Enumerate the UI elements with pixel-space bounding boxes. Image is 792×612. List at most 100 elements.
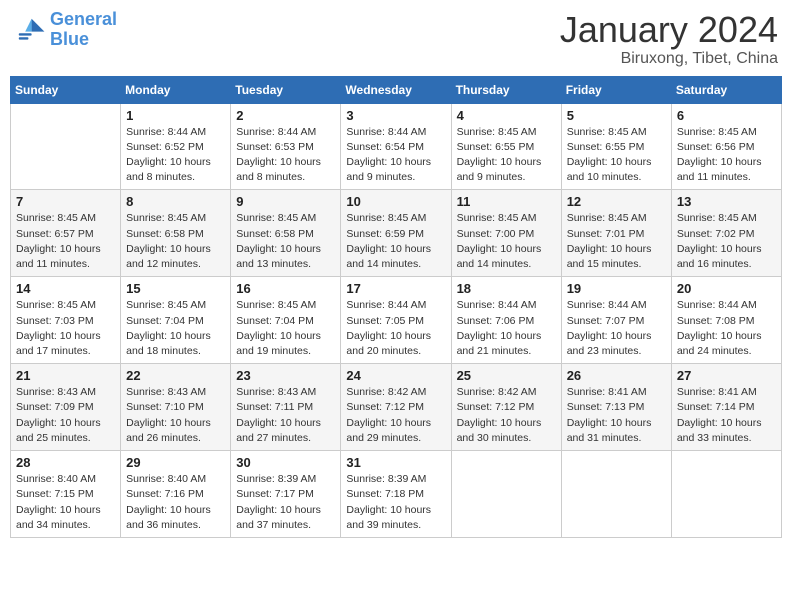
day-detail: Sunrise: 8:44 AMSunset: 6:52 PMDaylight:… [126, 125, 225, 186]
day-cell [671, 451, 781, 538]
logo-icon [14, 14, 46, 46]
day-cell: 21Sunrise: 8:43 AMSunset: 7:09 PMDayligh… [11, 364, 121, 451]
day-cell: 31 Sunrise: 8:39 AMSunset: 7:18 PMDayligh… [341, 451, 451, 538]
day-detail: Sunrise: 8:44 AMSunset: 7:06 PMDaylight:… [457, 298, 556, 359]
day-detail: Sunrise: 8:45 AMSunset: 6:55 PMDaylight:… [457, 125, 556, 186]
week-row-2: 14 Sunrise: 8:45 AMSunset: 7:03 PMDayligh… [11, 277, 782, 364]
day-cell [561, 451, 671, 538]
day-detail: Sunrise: 8:43 AMSunset: 7:10 PMDaylight:… [126, 385, 225, 446]
day-cell: 11 Sunrise: 8:45 AMSunset: 7:00 PMDayligh… [451, 190, 561, 277]
day-cell: 18Sunrise: 8:44 AMSunset: 7:06 PMDayligh… [451, 277, 561, 364]
day-detail: Sunrise: 8:40 AMSunset: 7:16 PMDaylight:… [126, 472, 225, 533]
day-number: 24 [346, 368, 445, 383]
header-sunday: Sunday [11, 76, 121, 103]
day-detail: Sunrise: 8:45 AMSunset: 7:03 PMDaylight:… [16, 298, 115, 359]
day-number: 22 [126, 368, 225, 383]
week-row-1: 7Sunrise: 8:45 AMSunset: 6:57 PMDaylight… [11, 190, 782, 277]
day-detail: Sunrise: 8:44 AMSunset: 6:53 PMDaylight:… [236, 125, 335, 186]
day-number: 11 [457, 194, 556, 209]
day-detail: Sunrise: 8:44 AMSunset: 7:08 PMDaylight:… [677, 298, 776, 359]
day-cell: 22 Sunrise: 8:43 AMSunset: 7:10 PMDayligh… [121, 364, 231, 451]
day-number: 9 [236, 194, 335, 209]
day-cell: 25 Sunrise: 8:42 AMSunset: 7:12 PMDayligh… [451, 364, 561, 451]
day-number: 27 [677, 368, 776, 383]
day-detail: Sunrise: 8:45 AMSunset: 6:59 PMDaylight:… [346, 211, 445, 272]
day-detail: Sunrise: 8:44 AMSunset: 7:05 PMDaylight:… [346, 298, 445, 359]
logo-text: General Blue [50, 10, 117, 50]
calendar-header: SundayMondayTuesdayWednesdayThursdayFrid… [11, 76, 782, 103]
day-cell: 28Sunrise: 8:40 AMSunset: 7:15 PMDayligh… [11, 451, 121, 538]
header-row: SundayMondayTuesdayWednesdayThursdayFrid… [11, 76, 782, 103]
day-number: 7 [16, 194, 115, 209]
day-number: 26 [567, 368, 666, 383]
header-saturday: Saturday [671, 76, 781, 103]
day-number: 19 [567, 281, 666, 296]
day-detail: Sunrise: 8:45 AMSunset: 7:04 PMDaylight:… [126, 298, 225, 359]
day-number: 4 [457, 108, 556, 123]
day-detail: Sunrise: 8:42 AMSunset: 7:12 PMDaylight:… [346, 385, 445, 446]
day-detail: Sunrise: 8:45 AMSunset: 6:58 PMDaylight:… [126, 211, 225, 272]
day-cell: 12Sunrise: 8:45 AMSunset: 7:01 PMDayligh… [561, 190, 671, 277]
month-title: January 2024 [560, 10, 778, 50]
day-number: 12 [567, 194, 666, 209]
day-detail: Sunrise: 8:39 AMSunset: 7:17 PMDaylight:… [236, 472, 335, 533]
day-cell: 19 Sunrise: 8:44 AMSunset: 7:07 PMDayligh… [561, 277, 671, 364]
day-detail: Sunrise: 8:45 AMSunset: 6:58 PMDaylight:… [236, 211, 335, 272]
day-cell: 24 Sunrise: 8:42 AMSunset: 7:12 PMDayligh… [341, 364, 451, 451]
day-cell: 27 Sunrise: 8:41 AMSunset: 7:14 PMDayligh… [671, 364, 781, 451]
day-cell: 2 Sunrise: 8:44 AMSunset: 6:53 PMDaylight… [231, 103, 341, 190]
day-cell: 8 Sunrise: 8:45 AMSunset: 6:58 PMDaylight… [121, 190, 231, 277]
header-monday: Monday [121, 76, 231, 103]
day-detail: Sunrise: 8:41 AMSunset: 7:13 PMDaylight:… [567, 385, 666, 446]
day-number: 25 [457, 368, 556, 383]
day-detail: Sunrise: 8:45 AMSunset: 7:00 PMDaylight:… [457, 211, 556, 272]
day-cell: 20 Sunrise: 8:44 AMSunset: 7:08 PMDayligh… [671, 277, 781, 364]
day-number: 14 [16, 281, 115, 296]
day-cell: 15 Sunrise: 8:45 AMSunset: 7:04 PMDayligh… [121, 277, 231, 364]
day-number: 20 [677, 281, 776, 296]
day-cell: 17Sunrise: 8:44 AMSunset: 7:05 PMDayligh… [341, 277, 451, 364]
day-detail: Sunrise: 8:45 AMSunset: 6:55 PMDaylight:… [567, 125, 666, 186]
day-cell: 6 Sunrise: 8:45 AMSunset: 6:56 PMDaylight… [671, 103, 781, 190]
day-number: 29 [126, 455, 225, 470]
day-number: 2 [236, 108, 335, 123]
day-detail: Sunrise: 8:42 AMSunset: 7:12 PMDaylight:… [457, 385, 556, 446]
day-cell: 16 Sunrise: 8:45 AMSunset: 7:04 PMDayligh… [231, 277, 341, 364]
header-thursday: Thursday [451, 76, 561, 103]
day-number: 23 [236, 368, 335, 383]
day-detail: Sunrise: 8:45 AMSunset: 6:56 PMDaylight:… [677, 125, 776, 186]
day-cell: 5Sunrise: 8:45 AMSunset: 6:55 PMDaylight… [561, 103, 671, 190]
day-detail: Sunrise: 8:44 AMSunset: 6:54 PMDaylight:… [346, 125, 445, 186]
day-number: 31 [346, 455, 445, 470]
day-detail: Sunrise: 8:43 AMSunset: 7:11 PMDaylight:… [236, 385, 335, 446]
day-cell: 30 Sunrise: 8:39 AMSunset: 7:17 PMDayligh… [231, 451, 341, 538]
day-cell [11, 103, 121, 190]
day-number: 6 [677, 108, 776, 123]
day-cell [451, 451, 561, 538]
calendar-table: SundayMondayTuesdayWednesdayThursdayFrid… [10, 76, 782, 538]
week-row-0: 1 Sunrise: 8:44 AMSunset: 6:52 PMDaylight… [11, 103, 782, 190]
day-number: 16 [236, 281, 335, 296]
day-number: 30 [236, 455, 335, 470]
day-detail: Sunrise: 8:45 AMSunset: 7:02 PMDaylight:… [677, 211, 776, 272]
title-block: January 2024 Biruxong, Tibet, China [560, 10, 778, 68]
day-detail: Sunrise: 8:41 AMSunset: 7:14 PMDaylight:… [677, 385, 776, 446]
day-number: 15 [126, 281, 225, 296]
calendar-body: 1 Sunrise: 8:44 AMSunset: 6:52 PMDaylight… [11, 103, 782, 537]
day-detail: Sunrise: 8:40 AMSunset: 7:15 PMDaylight:… [16, 472, 115, 533]
day-number: 13 [677, 194, 776, 209]
day-cell: 10Sunrise: 8:45 AMSunset: 6:59 PMDayligh… [341, 190, 451, 277]
header-tuesday: Tuesday [231, 76, 341, 103]
day-detail: Sunrise: 8:44 AMSunset: 7:07 PMDaylight:… [567, 298, 666, 359]
day-detail: Sunrise: 8:39 AMSunset: 7:18 PMDaylight:… [346, 472, 445, 533]
day-detail: Sunrise: 8:45 AMSunset: 7:04 PMDaylight:… [236, 298, 335, 359]
header-wednesday: Wednesday [341, 76, 451, 103]
location-title: Biruxong, Tibet, China [560, 50, 778, 68]
day-cell: 23 Sunrise: 8:43 AMSunset: 7:11 PMDayligh… [231, 364, 341, 451]
day-cell: 4 Sunrise: 8:45 AMSunset: 6:55 PMDaylight… [451, 103, 561, 190]
day-number: 1 [126, 108, 225, 123]
day-number: 8 [126, 194, 225, 209]
day-cell: 9 Sunrise: 8:45 AMSunset: 6:58 PMDaylight… [231, 190, 341, 277]
logo: General Blue [14, 10, 117, 50]
day-cell: 1 Sunrise: 8:44 AMSunset: 6:52 PMDaylight… [121, 103, 231, 190]
